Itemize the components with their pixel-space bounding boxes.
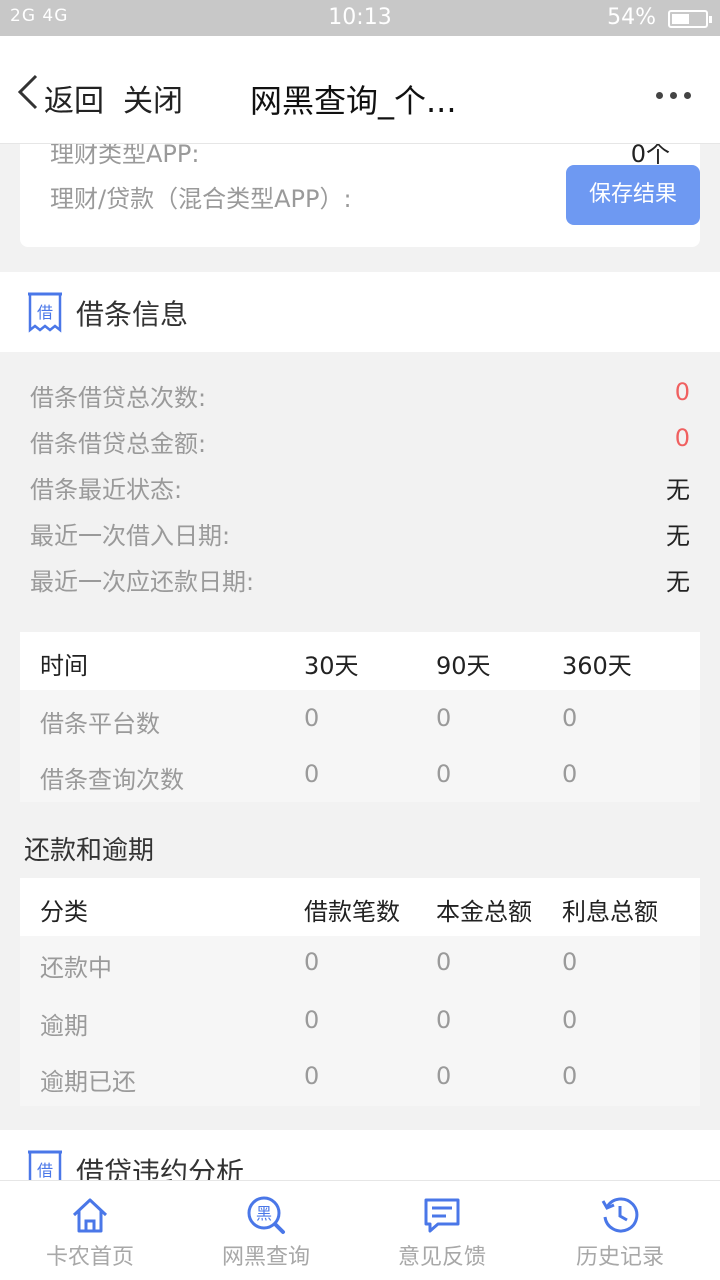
status-bar: 2G 4G 10:13 54%	[0, 0, 720, 36]
period-row-label: 借条平台数	[40, 710, 160, 738]
tab-feedback[interactable]: 意见反馈	[352, 1181, 532, 1280]
loan-total-count-value: 0	[674, 378, 690, 406]
period-cell: 0	[436, 760, 452, 788]
repay-section-title: 还款和逾期	[24, 836, 155, 866]
repay-cell: 0	[304, 1006, 320, 1034]
loan-total-count-label: 借条借贷总次数:	[30, 384, 207, 412]
last-borrow-date-label: 最近一次借入日期:	[30, 522, 231, 550]
period-table-header: 时间 30天 90天 360天	[20, 632, 700, 690]
nav-bar: 返回 关闭 网黑查询_个...	[0, 36, 720, 144]
repay-row-label: 逾期已还	[40, 1068, 136, 1096]
repay-cell: 0	[436, 1062, 452, 1090]
report-content[interactable]: 理财类型APP: 0个 理财/贷款（混合类型APP）: 保存结果 借 借条信息 …	[0, 144, 720, 1180]
repay-row-label: 还款中	[40, 954, 112, 982]
more-menu-icon[interactable]	[656, 92, 692, 100]
repay-cell: 0	[304, 1062, 320, 1090]
loan-info-title: 借条信息	[76, 298, 189, 331]
page-title: 网黑查询_个...	[250, 82, 457, 120]
loan-info-header: 借 借条信息	[0, 272, 720, 352]
repay-header-category: 分类	[40, 898, 88, 926]
tab-home[interactable]: 卡农首页	[0, 1181, 180, 1280]
loan-note-icon: 借	[28, 292, 62, 333]
blacklist-icon-char: 黑	[256, 1204, 272, 1223]
repay-cell: 0	[562, 948, 578, 976]
tab-history[interactable]: 历史记录	[530, 1181, 710, 1280]
tab-blacklist-search[interactable]: 黑 网黑查询	[176, 1181, 356, 1280]
back-button[interactable]: 返回	[44, 76, 104, 120]
history-icon	[601, 1197, 639, 1233]
last-repay-date-value: 无	[666, 568, 690, 596]
tab-blacklist-label: 网黑查询	[221, 1245, 310, 1270]
mixed-app-label: 理财/贷款（混合类型APP）:	[50, 185, 352, 213]
home-icon	[72, 1198, 108, 1233]
repay-cell: 0	[562, 1062, 578, 1090]
close-button[interactable]: 关闭	[123, 76, 183, 120]
tab-feedback-label: 意见反馈	[397, 1245, 486, 1270]
period-cell: 0	[562, 704, 578, 732]
repay-table-header: 分类 借款笔数 本金总额 利息总额	[20, 878, 700, 936]
default-icon-char: 借	[37, 1161, 53, 1180]
tab-history-label: 历史记录	[575, 1245, 664, 1270]
blacklist-search-icon: 黑	[247, 1196, 285, 1234]
period-header-time: 时间	[40, 652, 88, 680]
period-cell: 0	[436, 704, 452, 732]
last-repay-date-label: 最近一次应还款日期:	[30, 568, 255, 596]
period-header-30d: 30天	[304, 652, 359, 680]
loan-recent-status-value: 无	[666, 476, 690, 504]
battery-fill	[672, 14, 690, 24]
loan-recent-status-label: 借条最近状态:	[30, 476, 183, 504]
tab-home-label: 卡农首页	[45, 1245, 134, 1270]
bottom-tab-bar: 卡农首页 黑 网黑查询 意见反馈 历史记录	[0, 1180, 720, 1280]
last-borrow-date-value: 无	[666, 522, 690, 550]
period-cell: 0	[304, 760, 320, 788]
repay-header-principal: 本金总额	[436, 898, 532, 926]
period-cell: 0	[304, 704, 320, 732]
loan-total-amount-value: 0	[674, 424, 690, 452]
feedback-icon	[424, 1198, 460, 1233]
finance-app-label: 理财类型APP:	[50, 144, 200, 168]
default-analysis-title: 借贷违约分析	[76, 1156, 245, 1180]
period-header-360d: 360天	[562, 652, 632, 680]
repay-table: 分类 借款笔数 本金总额 利息总额 还款中 0 0 0 逾期 0 0 0 逾期已…	[20, 878, 700, 1106]
period-header-90d: 90天	[436, 652, 491, 680]
loan-total-amount-label: 借条借贷总金额:	[30, 430, 207, 458]
battery-icon	[668, 10, 712, 28]
default-analysis-header: 借 借贷违约分析	[0, 1130, 720, 1180]
period-row-label: 借条查询次数	[40, 766, 184, 794]
battery-percent: 54%	[607, 5, 656, 30]
repay-row-label: 逾期	[40, 1012, 88, 1040]
period-table: 时间 30天 90天 360天 借条平台数 0 0 0 借条查询次数 0 0 0	[20, 632, 700, 802]
repay-header-count: 借款笔数	[304, 898, 400, 926]
repay-cell: 0	[436, 1006, 452, 1034]
repay-cell: 0	[436, 948, 452, 976]
repay-cell: 0	[304, 948, 320, 976]
loan-icon-char: 借	[37, 303, 53, 322]
repay-cell: 0	[562, 1006, 578, 1034]
save-result-button[interactable]: 保存结果	[566, 165, 700, 225]
period-cell: 0	[562, 760, 578, 788]
repay-header-interest: 利息总额	[562, 898, 658, 926]
loan-note-icon: 借	[28, 1150, 62, 1180]
